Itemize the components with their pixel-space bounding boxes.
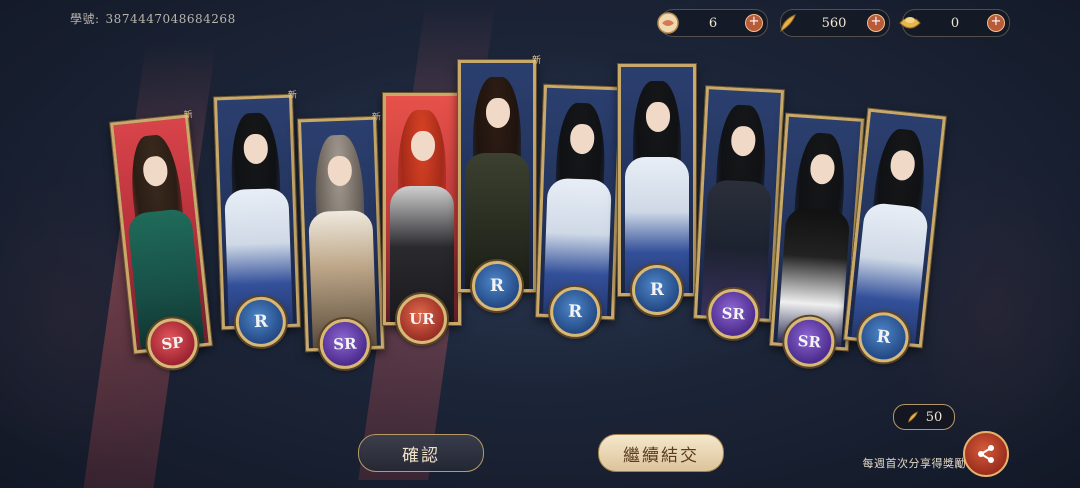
ingot-icon — [897, 10, 923, 36]
share-reward-amount: 50 — [925, 409, 943, 425]
feather-icon — [775, 10, 801, 36]
ticket-icon — [655, 10, 681, 36]
new-tag: 新 — [183, 110, 194, 121]
rarity-badge: SR — [318, 318, 371, 370]
add-ingot-button[interactable]: + — [987, 14, 1005, 32]
new-tag: 新 — [287, 90, 298, 101]
share-reward-text: 每週首次分享得獎勵 — [862, 457, 966, 470]
add-ticket-button[interactable]: + — [745, 14, 763, 32]
student-id-value: 3874447048684268 — [105, 12, 236, 26]
share-icon — [978, 445, 994, 463]
confirm-button[interactable]: 確認 — [358, 434, 484, 472]
new-tag: 新 — [371, 112, 382, 123]
resource-ingot: 0 + — [899, 9, 1010, 37]
ticket-count: 6 — [708, 15, 718, 31]
rarity-badge: UR — [397, 294, 447, 344]
student-id: 學號: 3874447048684268 — [70, 10, 242, 27]
resource-feather: 560 + — [780, 9, 890, 37]
continue-draw-button[interactable]: 繼續結交 — [598, 434, 724, 472]
student-id-label: 學號: — [70, 12, 100, 26]
rarity-badge: R — [549, 286, 602, 338]
ingot-count: 0 — [950, 15, 960, 31]
character-card-2[interactable]: 新 R — [213, 91, 301, 348]
character-card-5[interactable]: 新 R — [458, 56, 541, 311]
character-card-4[interactable]: 新 UR — [383, 89, 466, 344]
feather-icon — [907, 411, 918, 423]
add-feather-button[interactable]: + — [867, 14, 885, 32]
share-button[interactable] — [963, 431, 1009, 477]
feather-count: 560 — [821, 15, 847, 31]
new-tag: 新 — [531, 56, 541, 66]
character-card-3[interactable]: 新 SR — [297, 113, 385, 370]
character-card-8[interactable]: SR — [693, 86, 785, 341]
character-card-6[interactable]: R — [535, 84, 623, 338]
character-card-7[interactable]: R — [618, 64, 696, 315]
rarity-badge: R — [632, 265, 682, 315]
share-reward: 50 — [893, 404, 955, 430]
rarity-badge: R — [234, 296, 287, 348]
rarity-badge: R — [472, 261, 522, 311]
resource-ticket: 6 + — [657, 9, 768, 37]
